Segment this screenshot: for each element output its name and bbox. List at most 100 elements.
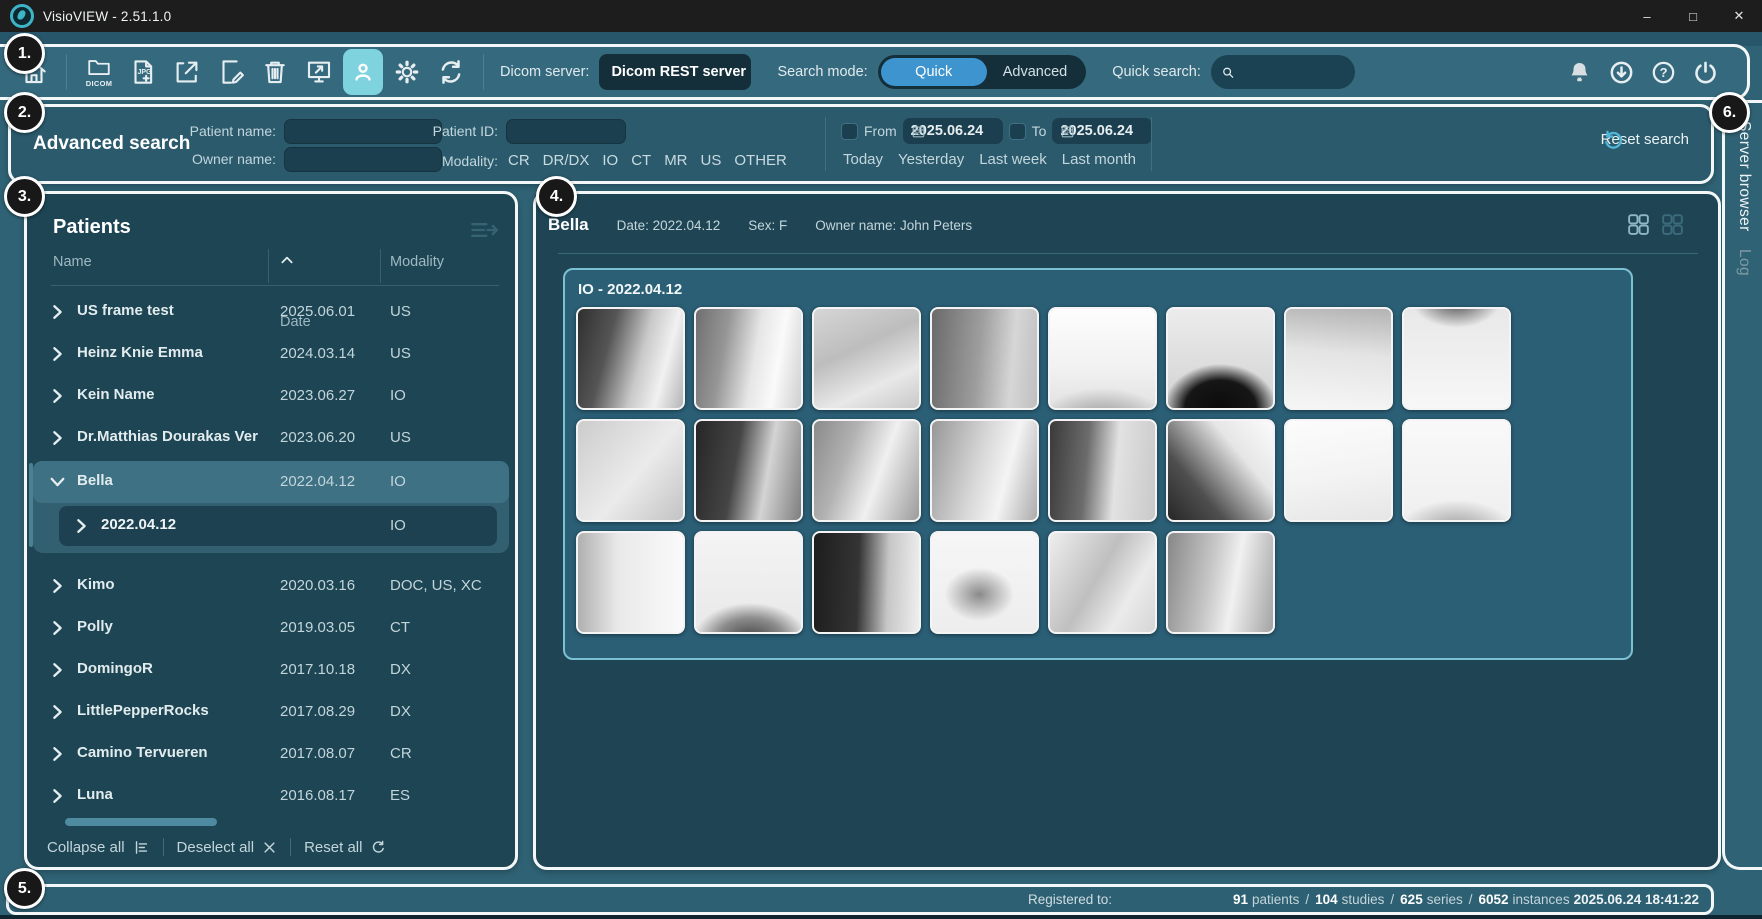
modality-option[interactable]: OTHER	[734, 152, 787, 169]
chevron-right-icon[interactable]	[51, 346, 64, 362]
from-date-input[interactable]: 2025.06.24	[903, 118, 1003, 144]
grid-view-active-icon[interactable]	[1626, 212, 1651, 237]
xray-thumbnail[interactable]	[930, 419, 1039, 522]
chevron-right-icon[interactable]	[51, 788, 64, 804]
search-mode-label: Search mode:	[777, 64, 867, 80]
chevron-right-icon[interactable]	[75, 518, 88, 534]
quick-search-input[interactable]	[1241, 63, 1345, 81]
to-date-input[interactable]: 2025.06.24	[1052, 118, 1152, 144]
xray-thumbnail[interactable]	[1166, 531, 1275, 634]
column-header-date[interactable]: Date	[280, 254, 294, 266]
study-row[interactable]: 2022.04.12 IO	[59, 506, 497, 546]
collapse-all-button[interactable]: Collapse all	[47, 839, 150, 856]
chevron-right-icon[interactable]	[51, 430, 64, 446]
table-row[interactable]: Polly 2019.03.05 CT	[33, 607, 509, 649]
chevron-right-icon[interactable]	[51, 620, 64, 636]
table-row[interactable]: Bella 2022.04.12 IO	[33, 461, 509, 503]
table-row[interactable]: Kein Name 2023.06.27 IO	[33, 375, 509, 417]
dicom-server-select[interactable]: Dicom REST server	[599, 54, 751, 90]
column-header-modality[interactable]: Modality	[390, 254, 444, 270]
reset-all-button[interactable]: Reset all	[304, 839, 387, 856]
xray-thumbnail[interactable]	[576, 419, 685, 522]
xray-thumbnail[interactable]	[576, 531, 685, 634]
table-row[interactable]: Kimo 2020.03.16 DOC, US, XC	[33, 565, 509, 607]
table-row[interactable]: Luna 2016.08.17 ES	[33, 775, 509, 817]
chevron-right-icon[interactable]	[51, 304, 64, 320]
xray-thumbnail[interactable]	[930, 531, 1039, 634]
refresh-button[interactable]	[431, 48, 471, 96]
power-icon[interactable]	[1692, 59, 1719, 86]
to-checkbox[interactable]	[1009, 123, 1026, 140]
open-dicom-button[interactable]: DICOM	[79, 48, 119, 96]
edit-button[interactable]	[211, 48, 251, 96]
settings-button[interactable]	[387, 48, 427, 96]
search-mode-quick[interactable]: Quick	[881, 58, 987, 86]
chevron-down-icon[interactable]	[51, 474, 64, 490]
tab-log[interactable]: Log	[1735, 249, 1753, 276]
modality-option[interactable]: US	[701, 152, 722, 169]
delete-button[interactable]	[255, 48, 295, 96]
chevron-right-icon[interactable]	[51, 388, 64, 404]
table-row[interactable]: LittlePepperRocks 2017.08.29 DX	[33, 691, 509, 733]
collapse-panel-icon[interactable]	[467, 216, 501, 244]
table-row[interactable]: DomingoR 2017.10.18 DX	[33, 649, 509, 691]
table-row[interactable]: Camino Tervueren 2017.08.07 CR	[33, 733, 509, 775]
help-icon[interactable]: ?	[1650, 59, 1677, 86]
xray-thumbnail[interactable]	[1284, 419, 1393, 522]
quick-date-option[interactable]: Today	[843, 151, 883, 168]
xray-thumbnail[interactable]	[1048, 307, 1157, 410]
table-row[interactable]: Dr.Matthias Dourakas Ver 2023.06.20 US	[33, 417, 509, 459]
maximize-button[interactable]: □	[1670, 0, 1716, 32]
chevron-right-icon[interactable]	[51, 746, 64, 762]
horizontal-scrollbar[interactable]	[65, 818, 217, 826]
xray-thumbnail[interactable]	[694, 531, 803, 634]
xray-thumbnail[interactable]	[1048, 419, 1157, 522]
xray-thumbnail[interactable]	[930, 307, 1039, 410]
reset-search-button[interactable]: Reset search	[1601, 131, 1689, 148]
tab-server-browser[interactable]: Server browser	[1735, 121, 1753, 232]
xray-thumbnail[interactable]	[812, 419, 921, 522]
modality-option[interactable]: MR	[664, 152, 687, 169]
deselect-all-button[interactable]: Deselect all	[177, 839, 278, 856]
send-to-monitor-button[interactable]	[299, 48, 339, 96]
download-icon[interactable]	[1608, 59, 1635, 86]
chevron-right-icon[interactable]	[51, 578, 64, 594]
xray-thumbnail[interactable]	[1402, 419, 1511, 522]
xray-thumbnail[interactable]	[1284, 307, 1393, 410]
chevron-right-icon[interactable]	[51, 662, 64, 678]
export-button[interactable]	[167, 48, 207, 96]
xray-thumbnail[interactable]	[694, 419, 803, 522]
notifications-bell-icon[interactable]	[1566, 59, 1593, 86]
study-date: Date: 2022.04.12	[617, 218, 721, 233]
xray-thumbnail[interactable]	[694, 307, 803, 410]
xray-thumbnail[interactable]	[1166, 419, 1275, 522]
search-mode-advanced[interactable]: Advanced	[987, 64, 1084, 80]
from-checkbox[interactable]	[841, 123, 858, 140]
registered-to-label: Registered to:	[1028, 892, 1112, 907]
quick-date-option[interactable]: Last month	[1062, 151, 1136, 168]
quick-date-option[interactable]: Last week	[979, 151, 1047, 168]
modality-option[interactable]: IO	[602, 152, 618, 169]
xray-thumbnail[interactable]	[812, 307, 921, 410]
column-header-name[interactable]: Name	[53, 254, 92, 270]
xray-thumbnail[interactable]	[1166, 307, 1275, 410]
xray-thumbnail[interactable]	[1048, 531, 1157, 634]
modality-option[interactable]: CT	[631, 152, 651, 169]
minimize-button[interactable]: –	[1624, 0, 1670, 32]
quick-date-option[interactable]: Yesterday	[898, 151, 964, 168]
collapse-all-icon	[133, 839, 150, 856]
import-jpg-button[interactable]: JPG	[123, 48, 163, 96]
modality-option[interactable]: CR	[508, 152, 530, 169]
grid-view-alt-icon[interactable]	[1660, 212, 1685, 237]
modality-option[interactable]: DR/DX	[543, 152, 590, 169]
chevron-right-icon[interactable]	[51, 704, 64, 720]
xray-thumbnail[interactable]	[576, 307, 685, 410]
xray-thumbnail[interactable]	[812, 531, 921, 634]
xray-thumbnail[interactable]	[1402, 307, 1511, 410]
patient-browser-button[interactable]	[343, 49, 383, 95]
table-row[interactable]: US frame test 2025.06.01 US	[33, 291, 509, 333]
table-row[interactable]: Heinz Knie Emma 2024.03.14 US	[33, 333, 509, 375]
close-button[interactable]: ✕	[1716, 0, 1762, 32]
patient-id-input[interactable]	[506, 119, 626, 144]
patient-modality: DX	[390, 703, 411, 720]
